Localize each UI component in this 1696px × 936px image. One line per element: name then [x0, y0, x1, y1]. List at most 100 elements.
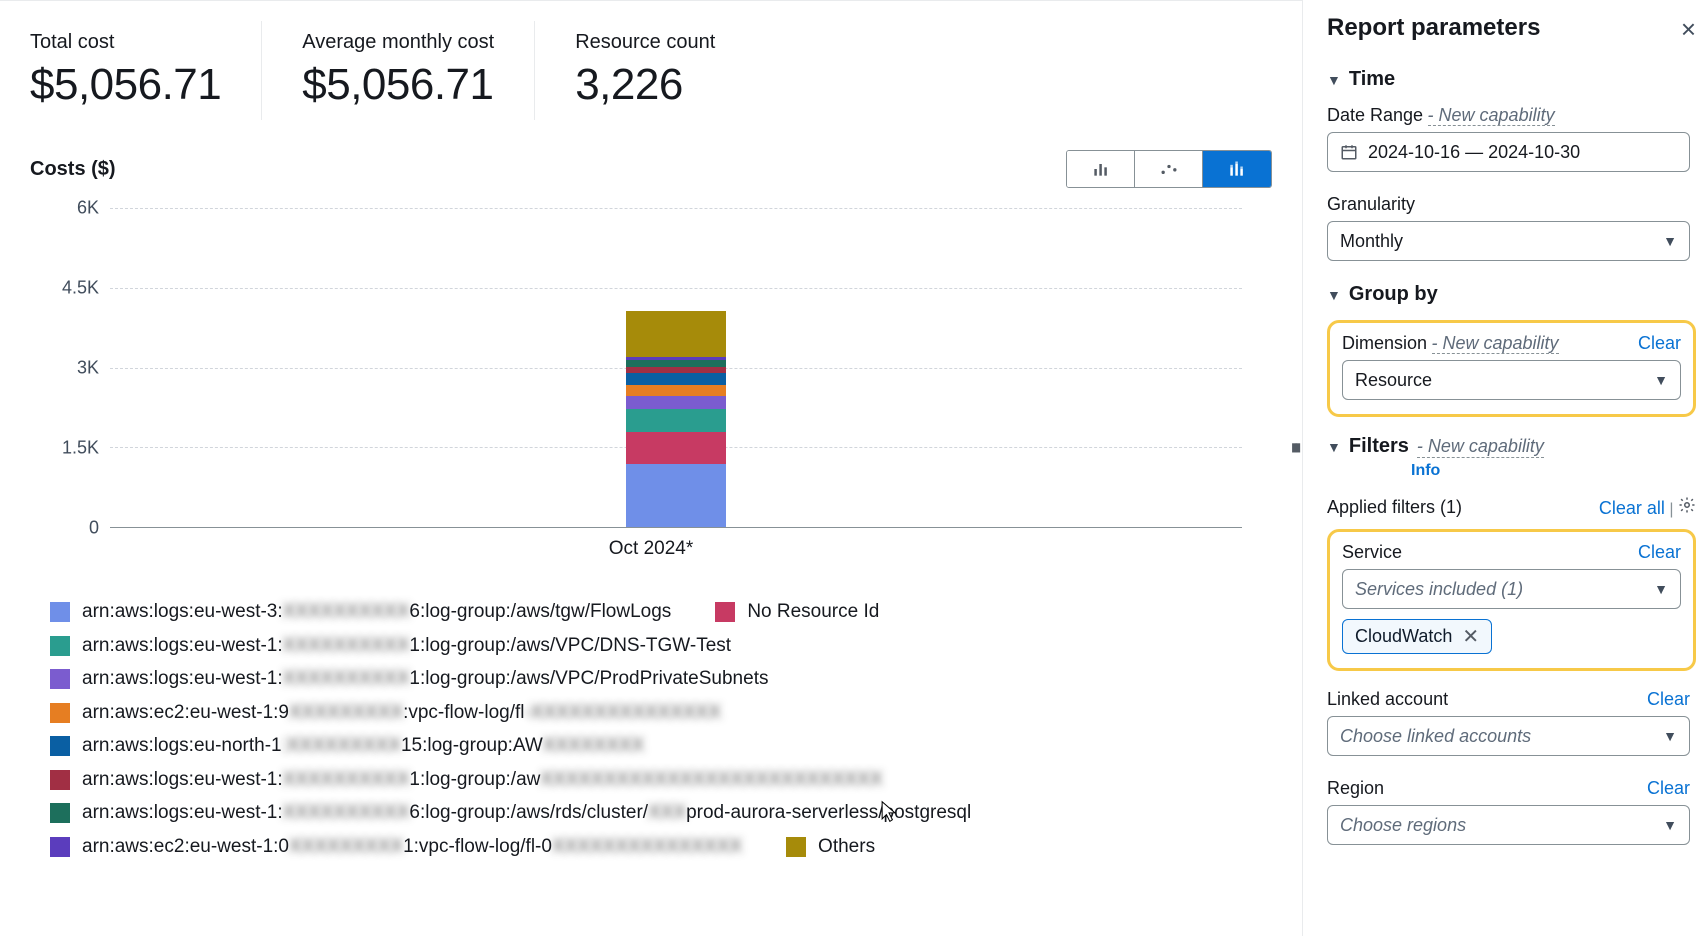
- panel-collapse-handle[interactable]: ▮▮: [1291, 440, 1298, 454]
- y-tick: 1.5K: [62, 438, 99, 459]
- granularity-select[interactable]: Monthly ▼: [1327, 221, 1690, 261]
- grid-line: [110, 288, 1242, 289]
- bar-segment[interactable]: [626, 464, 726, 527]
- legend-label: arn:aws:ec2:eu-west-1:9XXXXXXXXX:vpc-flo…: [82, 699, 721, 728]
- service-select[interactable]: Services included (1) ▼: [1342, 569, 1681, 609]
- section-label: Filters: [1349, 435, 1409, 458]
- dimension-select[interactable]: Resource ▼: [1342, 360, 1681, 400]
- date-range-value: 2024-10-16 — 2024-10-30: [1368, 142, 1580, 163]
- applied-filters-row: Applied filters (1) Clear all |: [1327, 496, 1696, 519]
- applied-filters-label: Applied filters (1): [1327, 497, 1462, 518]
- legend-row: arn:aws:logs:eu-west-1:XXXXXXXXXX6:log-g…: [50, 799, 1272, 828]
- legend-label: arn:aws:logs:eu-north-1:XXXXXXXXX15:log-…: [82, 732, 644, 761]
- panel-title: Report parameters: [1327, 14, 1696, 42]
- caret-down-icon: ▼: [1327, 439, 1341, 455]
- legend-swatch: [715, 602, 735, 622]
- linked-account-select[interactable]: Choose linked accounts ▼: [1327, 716, 1690, 756]
- field-label: Granularity: [1327, 194, 1415, 215]
- info-link[interactable]: Info: [1411, 462, 1440, 479]
- chevron-down-icon: ▼: [1663, 817, 1677, 833]
- legend-swatch: [50, 736, 70, 756]
- y-tick: 4.5K: [62, 278, 99, 299]
- grid-line: [110, 208, 1242, 209]
- stacked-bar-icon: [1227, 159, 1247, 179]
- gear-icon[interactable]: [1678, 501, 1696, 518]
- field-region: Region Clear Choose regions ▼: [1327, 778, 1696, 845]
- service-value: Services included (1): [1355, 579, 1523, 600]
- y-axis: 01.5K3K4.5K6K: [30, 208, 105, 528]
- legend-row: arn:aws:logs:eu-north-1:XXXXXXXXX15:log-…: [50, 732, 1272, 761]
- field-label: Dimension: [1342, 333, 1427, 353]
- bar-segment[interactable]: [626, 367, 726, 374]
- clear-linked-link[interactable]: Clear: [1647, 689, 1690, 710]
- field-linked-account: Linked account Clear Choose linked accou…: [1327, 689, 1696, 756]
- report-parameters-panel: ▮▮ × Report parameters ▼ Time Date Range…: [1302, 0, 1696, 936]
- section-label: Group by: [1349, 283, 1438, 306]
- legend-label: No Resource Id: [747, 598, 879, 627]
- chevron-down-icon: ▼: [1663, 233, 1677, 249]
- section-time-header[interactable]: ▼ Time: [1327, 68, 1696, 91]
- chevron-down-icon: ▼: [1654, 581, 1668, 597]
- x-axis-label: Oct 2024*: [609, 538, 694, 560]
- new-capability-badge: - New capability: [1417, 436, 1544, 458]
- metric-label: Average monthly cost: [302, 31, 494, 54]
- highlight-service: Service Clear Services included (1) ▼ Cl…: [1327, 529, 1696, 671]
- chart-area: 01.5K3K4.5K6K Oct 2024*: [30, 208, 1272, 578]
- legend-label: arn:aws:logs:eu-west-1:XXXXXXXXXX1:log-g…: [82, 632, 731, 661]
- legend-swatch: [50, 602, 70, 622]
- section-groupby-header[interactable]: ▼ Group by: [1327, 283, 1696, 306]
- bar-segment[interactable]: [626, 409, 726, 432]
- service-chip-cloudwatch: CloudWatch ✕: [1342, 619, 1492, 654]
- region-select[interactable]: Choose regions ▼: [1327, 805, 1690, 845]
- caret-down-icon: ▼: [1327, 72, 1341, 88]
- legend-label: arn:aws:ec2:eu-west-1:0XXXXXXXXX1:vpc-fl…: [82, 833, 742, 862]
- legend-label: arn:aws:logs:eu-west-1:XXXXXXXXXX1:log-g…: [82, 766, 883, 795]
- metric-avg-cost: Average monthly cost $5,056.71: [262, 21, 535, 120]
- chart-type-stacked-button[interactable]: [1203, 151, 1271, 187]
- remove-chip-icon[interactable]: ✕: [1462, 627, 1479, 647]
- metrics-row: Total cost $5,056.71 Average monthly cos…: [30, 21, 1272, 120]
- chart-type-line-button[interactable]: [1135, 151, 1203, 187]
- y-tick: 0: [89, 518, 99, 539]
- legend-label: arn:aws:logs:eu-west-1:XXXXXXXXXX6:log-g…: [82, 799, 971, 828]
- legend-row: arn:aws:logs:eu-west-3:XXXXXXXXXX6:log-g…: [50, 598, 1272, 627]
- metric-value: $5,056.71: [302, 60, 494, 110]
- bar-segment[interactable]: [626, 373, 726, 385]
- bar-chart-icon: [1091, 159, 1111, 179]
- legend-row: arn:aws:logs:eu-west-1:XXXXXXXXXX1:log-g…: [50, 665, 1272, 694]
- legend-swatch: [50, 669, 70, 689]
- bar-segment[interactable]: [626, 385, 726, 396]
- metric-value: $5,056.71: [30, 60, 221, 110]
- section-filters-header[interactable]: ▼ Filters - New capability: [1327, 435, 1696, 458]
- new-capability-badge: - New capability: [1432, 333, 1559, 354]
- legend-swatch: [50, 803, 70, 823]
- y-tick: 6K: [77, 198, 99, 219]
- y-tick: 3K: [77, 358, 99, 379]
- bar-segment[interactable]: [626, 432, 726, 464]
- field-label: Region: [1327, 778, 1384, 799]
- section-label: Time: [1349, 68, 1395, 91]
- close-icon[interactable]: ×: [1681, 14, 1696, 45]
- clear-region-link[interactable]: Clear: [1647, 778, 1690, 799]
- clear-dimension-link[interactable]: Clear: [1638, 333, 1681, 354]
- bar-segment[interactable]: [626, 311, 726, 357]
- legend-swatch: [50, 703, 70, 723]
- chart-type-toggle: [1066, 150, 1272, 188]
- stacked-bar[interactable]: [626, 311, 726, 527]
- linked-placeholder: Choose linked accounts: [1340, 726, 1531, 747]
- metric-resource-count: Resource count 3,226: [535, 21, 755, 120]
- chart-title: Costs ($): [30, 158, 116, 181]
- chart-type-bar-button[interactable]: [1067, 151, 1135, 187]
- chevron-down-icon: ▼: [1663, 728, 1677, 744]
- region-placeholder: Choose regions: [1340, 815, 1466, 836]
- date-range-input[interactable]: 2024-10-16 — 2024-10-30: [1327, 132, 1690, 172]
- bar-segment[interactable]: [626, 396, 726, 409]
- clear-all-link[interactable]: Clear all: [1599, 498, 1665, 518]
- chevron-down-icon: ▼: [1654, 372, 1668, 388]
- clear-service-link[interactable]: Clear: [1638, 542, 1681, 563]
- legend-row: arn:aws:logs:eu-west-1:XXXXXXXXXX1:log-g…: [50, 632, 1272, 661]
- metric-value: 3,226: [575, 60, 715, 110]
- granularity-value: Monthly: [1340, 231, 1403, 252]
- legend-swatch: [50, 837, 70, 857]
- field-label: Date Range: [1327, 105, 1423, 125]
